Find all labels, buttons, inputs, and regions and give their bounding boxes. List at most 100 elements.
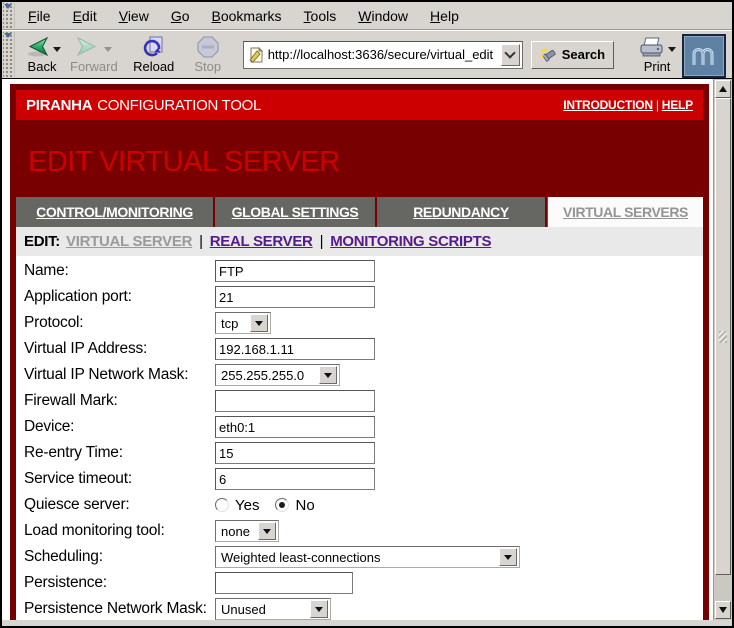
introduction-link[interactable]: INTRODUCTION [563, 98, 653, 112]
reentry-time-input[interactable] [215, 442, 375, 464]
tab-redundancy[interactable]: REDUNDANCY [377, 197, 545, 227]
toolbar-grippy[interactable] [3, 3, 15, 28]
menu-bar: File Edit View Go Bookmarks Tools Window… [2, 2, 732, 30]
device-input[interactable] [215, 416, 375, 438]
forward-arrow-icon [75, 36, 101, 58]
tab-control-monitoring[interactable]: CONTROL/MONITORING [16, 197, 213, 227]
collapse-arrow-icon [4, 33, 12, 38]
application-port-input[interactable] [215, 286, 375, 308]
stop-button[interactable]: Stop [183, 32, 233, 78]
quiesce-yes-label: Yes [235, 497, 259, 514]
url-dropdown-button[interactable] [501, 44, 520, 66]
name-input[interactable] [215, 260, 375, 282]
arrow-down-icon [719, 607, 727, 613]
field-label: Virtual IP Network Mask: [24, 366, 215, 384]
form-row-load-monitoring: Load monitoring tool: none [16, 518, 703, 544]
form-row-reentry-time: Re-entry Time: [16, 440, 703, 466]
menu-items: File Edit View Go Bookmarks Tools Window… [17, 2, 470, 29]
forward-button[interactable]: Forward [67, 32, 121, 78]
form-row-protocol: Protocol: tcp [16, 310, 703, 336]
back-button[interactable]: Back [17, 32, 67, 78]
back-arrow-icon [24, 36, 50, 58]
print-button[interactable]: Print [632, 32, 682, 78]
search-label: Search [562, 47, 605, 62]
subnav-virtual-server-link[interactable]: VIRTUAL SERVER [66, 233, 192, 250]
scrollbar-grip-icon [719, 331, 727, 343]
edit-prefix: EDIT: [24, 233, 60, 250]
field-label: Persistence: [24, 574, 215, 592]
piranha-page: PIRANHA CONFIGURATION TOOL INTRODUCTION|… [10, 84, 709, 620]
tab-bar: CONTROL/MONITORING GLOBAL SETTINGS REDUN… [16, 197, 703, 227]
search-button[interactable]: Search [531, 41, 614, 69]
reload-icon [142, 35, 166, 59]
tab-global-settings[interactable]: GLOBAL SETTINGS [215, 197, 375, 227]
menu-edit[interactable]: Edit [62, 2, 108, 29]
navigation-toolbar: Back Forward Reload Stop [2, 30, 732, 78]
vertical-scrollbar[interactable] [713, 79, 732, 620]
mozilla-throbber[interactable] [682, 34, 726, 78]
arrow-up-icon [719, 86, 727, 92]
form-row-persistence: Persistence: [16, 570, 703, 596]
quiesce-no-radio[interactable] [275, 498, 289, 512]
field-label: Service timeout: [24, 470, 215, 488]
scroll-down-button[interactable] [715, 601, 731, 619]
brand-name: PIRANHA [26, 97, 92, 114]
form-row-device: Device: [16, 414, 703, 440]
page-title: EDIT VIRTUAL SERVER [16, 120, 703, 197]
firewall-mark-input[interactable] [215, 390, 375, 412]
form-row-virtual-netmask: Virtual IP Network Mask: 255.255.255.0 [16, 362, 703, 388]
virtual-netmask-select[interactable]: 255.255.255.0 [215, 364, 340, 386]
form-row-quiesce-server: Quiesce server: Yes No [16, 492, 703, 518]
scroll-up-button[interactable] [715, 80, 731, 98]
dropdown-arrow-icon[interactable] [310, 600, 328, 618]
mozilla-m-logo-icon [689, 41, 719, 71]
url-text[interactable]: http://localhost:3636/secure/virtual_edi… [268, 47, 501, 62]
form-row-virtual-ip: Virtual IP Address: [16, 336, 703, 362]
reload-button[interactable]: Reload [129, 32, 179, 78]
menu-tools[interactable]: Tools [293, 2, 348, 29]
load-monitoring-select[interactable]: none [215, 520, 279, 542]
help-link[interactable]: HELP [662, 98, 693, 112]
scrollbar-thumb[interactable] [715, 98, 731, 575]
dropdown-arrow-icon[interactable] [499, 548, 517, 566]
menu-file[interactable]: File [17, 2, 62, 29]
window-bottom-edge [2, 620, 732, 626]
scheduling-select[interactable]: Weighted least-connections [215, 546, 520, 568]
toolbar-grippy[interactable] [3, 32, 15, 77]
service-timeout-input[interactable] [215, 468, 375, 490]
menu-view[interactable]: View [108, 2, 160, 29]
edit-subnav: EDIT: VIRTUAL SERVER | REAL SERVER | MON… [16, 227, 703, 256]
quiesce-yes-radio[interactable] [215, 498, 229, 512]
protocol-select[interactable]: tcp [215, 312, 271, 334]
page-header-band: PIRANHA CONFIGURATION TOOL INTRODUCTION|… [16, 90, 703, 120]
menu-help[interactable]: Help [419, 2, 470, 29]
field-label: Device: [24, 418, 215, 436]
menu-window[interactable]: Window [347, 2, 419, 29]
page-bookmark-icon [248, 47, 264, 63]
dropdown-arrow-icon[interactable] [319, 366, 337, 384]
field-label: Name: [24, 262, 215, 280]
field-label: Application port: [24, 288, 215, 306]
print-label: Print [644, 59, 671, 74]
field-label: Protocol: [24, 314, 215, 332]
url-bar[interactable]: http://localhost:3636/secure/virtual_edi… [243, 41, 523, 69]
virtual-ip-input[interactable] [215, 338, 375, 360]
flashlight-icon [540, 47, 558, 63]
form-row-firewall-mark: Firewall Mark: [16, 388, 703, 414]
menu-bookmarks[interactable]: Bookmarks [201, 2, 293, 29]
print-dropdown-caret[interactable] [668, 47, 676, 52]
back-dropdown-caret[interactable] [53, 47, 61, 52]
subnav-real-server-link[interactable]: REAL SERVER [210, 233, 313, 250]
form-row-application-port: Application port: [16, 284, 703, 310]
persistence-input[interactable] [215, 572, 353, 594]
field-label: Quiesce server: [24, 496, 215, 514]
dropdown-arrow-icon[interactable] [258, 522, 276, 540]
dropdown-arrow-icon[interactable] [250, 314, 268, 332]
subnav-monitoring-scripts-link[interactable]: MONITORING SCRIPTS [330, 233, 491, 250]
menu-go[interactable]: Go [160, 2, 201, 29]
field-label: Load monitoring tool: [24, 522, 215, 540]
tab-virtual-servers[interactable]: VIRTUAL SERVERS [547, 197, 703, 227]
quiesce-radio-group: Yes No [215, 497, 325, 514]
persistence-netmask-select[interactable]: Unused [215, 598, 331, 620]
field-label: Scheduling: [24, 548, 215, 566]
